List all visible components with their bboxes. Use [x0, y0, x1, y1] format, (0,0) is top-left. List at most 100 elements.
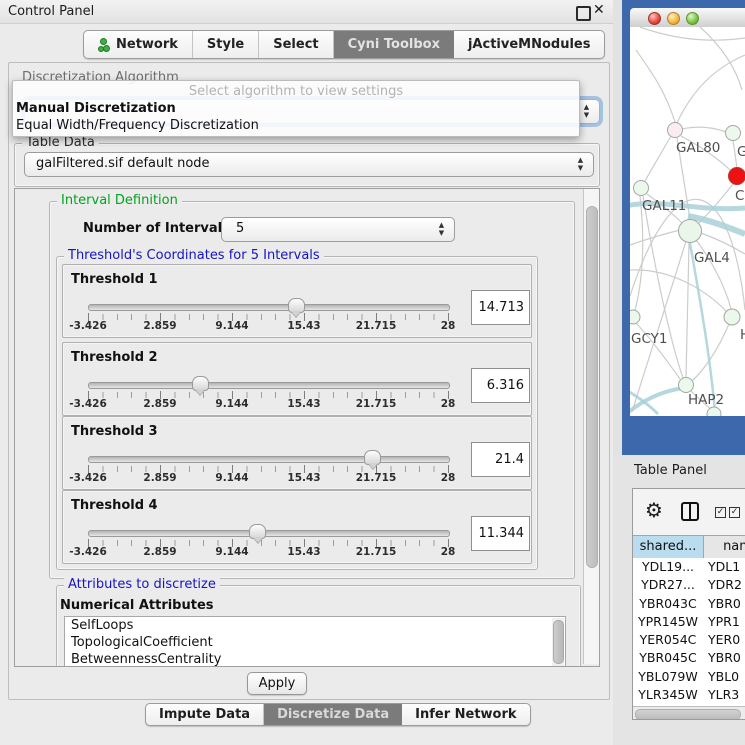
slider-track[interactable]	[88, 530, 450, 537]
close-icon[interactable]: ✕	[593, 2, 605, 18]
network-edge[interactable]	[630, 230, 680, 245]
checkbox-icon[interactable]: ✓	[729, 507, 740, 518]
cell-shared-name[interactable]: YBR043C	[633, 595, 703, 613]
tab-select[interactable]: Select	[259, 31, 333, 58]
network-node[interactable]	[668, 123, 683, 138]
numerical-attributes-list[interactable]: SelfLoopsTopologicalCoefficientBetweenne…	[64, 616, 566, 667]
attribute-list-item[interactable]: TopologicalCoefficient	[65, 634, 565, 651]
network-edge[interactable]	[682, 127, 726, 132]
network-edge[interactable]	[645, 136, 671, 181]
slider-thumb[interactable]	[249, 524, 266, 539]
network-window-titlebar[interactable]	[630, 8, 745, 28]
cell-shared-name[interactable]: YBL079W	[633, 668, 703, 686]
slider-thumb[interactable]	[192, 376, 209, 391]
combo-stepper-icon: ▲▼	[576, 156, 585, 172]
minimize-traffic-light-icon[interactable]	[667, 12, 680, 25]
slider-track[interactable]	[88, 456, 450, 463]
network-edge[interactable]	[630, 270, 727, 312]
cell-name[interactable]: YBR0	[703, 649, 745, 667]
zoom-traffic-light-icon[interactable]	[686, 12, 699, 25]
network-view-window[interactable]: GAL80GCGAL11GAL4GCY1HHAP2	[622, 0, 745, 455]
network-edge[interactable]	[686, 243, 689, 377]
network-edge-thick[interactable]	[630, 390, 658, 414]
table-row[interactable]: YPR145WYPR1	[633, 613, 745, 631]
table-horizontal-scrollbar[interactable]	[633, 706, 745, 719]
checkbox-icon[interactable]: ✓	[715, 507, 726, 518]
apply-button[interactable]: Apply	[247, 672, 307, 695]
cell-shared-name[interactable]: YDL19...	[633, 558, 703, 576]
tick-label: 15.43	[287, 398, 320, 410]
dropdown-option-manual-discretization[interactable]: Manual Discretization	[13, 101, 582, 116]
cell-name[interactable]: YPR1	[703, 613, 745, 631]
attribute-list-item[interactable]: BetweennessCentrality	[65, 651, 565, 667]
cell-name[interactable]: YER0	[703, 631, 745, 649]
combo-stepper-icon: ▲▼	[582, 103, 591, 119]
table-data-combobox[interactable]: galFiltered.sif default node ▲▼	[24, 152, 594, 177]
threshold-value-field[interactable]: 14.713	[471, 290, 530, 325]
tab-infer-network[interactable]: Infer Network	[402, 704, 529, 725]
cell-shared-name[interactable]: YDR27...	[633, 576, 703, 594]
cell-name[interactable]: YDL1	[703, 558, 745, 576]
attribute-items: SelfLoopsTopologicalCoefficientBetweenne…	[65, 617, 565, 667]
table-row[interactable]: YBR045CYBR0	[633, 649, 745, 667]
table-panel: Table Panel ⚙ ✓ ✓ shared... name YDL19..…	[613, 455, 745, 745]
dropdown-placeholder-item[interactable]: Select algorithm to view settings	[13, 84, 579, 99]
table-row[interactable]: YBL079WYBL0	[633, 668, 745, 686]
table-row[interactable]: YDL19...YDL1	[633, 558, 745, 576]
network-canvas[interactable]: GAL80GCGAL11GAL4GCY1HHAP2	[630, 27, 745, 416]
number-of-intervals-combobox[interactable]: 5 ▲▼	[221, 217, 455, 242]
slider-track[interactable]	[88, 304, 450, 311]
network-node[interactable]	[679, 378, 694, 393]
threshold-value-field[interactable]: 21.4	[471, 442, 530, 477]
network-edge[interactable]	[640, 27, 745, 40]
settings-scrollbar[interactable]	[583, 189, 599, 664]
threshold-value-field[interactable]: 6.316	[471, 368, 530, 403]
split-columns-icon[interactable]	[681, 502, 699, 521]
network-edge[interactable]	[636, 50, 675, 122]
network-node[interactable]	[679, 220, 702, 243]
network-edge[interactable]	[677, 55, 745, 123]
tab-network[interactable]: Network	[84, 31, 193, 58]
attribute-list-item[interactable]: SelfLoops	[65, 617, 565, 634]
slider-thumb[interactable]	[288, 298, 305, 313]
scrollbar-thumb[interactable]	[586, 206, 598, 568]
threshold-value-field[interactable]: 11.344	[471, 516, 530, 551]
network-node[interactable]	[634, 181, 649, 196]
slider-track[interactable]	[88, 382, 450, 389]
cell-shared-name[interactable]: YER054C	[633, 631, 703, 649]
cell-shared-name[interactable]: YPR145W	[633, 613, 703, 631]
network-node[interactable]	[726, 126, 741, 141]
tab-cyni-toolbox[interactable]: Cyni Toolbox	[334, 31, 454, 58]
table-row[interactable]: YER054CYER0	[633, 631, 745, 649]
slider-thumb[interactable]	[364, 450, 381, 465]
network-node[interactable]	[707, 407, 721, 416]
column-header-name[interactable]: name	[704, 536, 745, 558]
table-row[interactable]: YDR27...YDR2	[633, 576, 745, 594]
cell-name[interactable]: YBR0	[703, 595, 745, 613]
cell-name[interactable]: YBL0	[703, 668, 745, 686]
column-header-shared-name[interactable]: shared...	[633, 536, 704, 558]
tab-impute-data[interactable]: Impute Data	[146, 704, 264, 725]
attributes-scrollbar[interactable]	[552, 618, 564, 666]
cell-shared-name[interactable]: YBR045C	[633, 649, 703, 667]
tab-style[interactable]: Style	[193, 31, 259, 58]
table-row[interactable]: YLR345WYLR3	[633, 686, 745, 704]
threshold-box: Threshold 3-3.4262.8599.14415.4321.71528…	[62, 416, 532, 490]
scrollbar-thumb[interactable]	[553, 620, 564, 664]
tab-jactivemnodules[interactable]: jActiveMNodules	[454, 31, 605, 58]
network-node-label: GCY1	[631, 331, 668, 347]
dropdown-option-equal-width[interactable]: Equal Width/Frequency Discretization	[13, 118, 582, 133]
gear-icon[interactable]: ⚙	[645, 499, 663, 521]
network-node[interactable]	[630, 310, 640, 324]
float-window-icon[interactable]	[576, 6, 591, 21]
tab-discretize-data[interactable]: Discretize Data	[264, 704, 402, 725]
network-node[interactable]	[729, 168, 745, 185]
close-traffic-light-icon[interactable]	[648, 12, 661, 25]
cell-name[interactable]: YLR3	[703, 686, 745, 704]
table-row[interactable]: YBR043CYBR0	[633, 595, 745, 613]
cell-shared-name[interactable]: YLR345W	[633, 686, 703, 704]
tick-label: -3.426	[69, 398, 107, 410]
scrollbar-thumb[interactable]	[635, 709, 741, 720]
cell-name[interactable]: YDR2	[703, 576, 745, 594]
network-node[interactable]	[724, 309, 740, 325]
